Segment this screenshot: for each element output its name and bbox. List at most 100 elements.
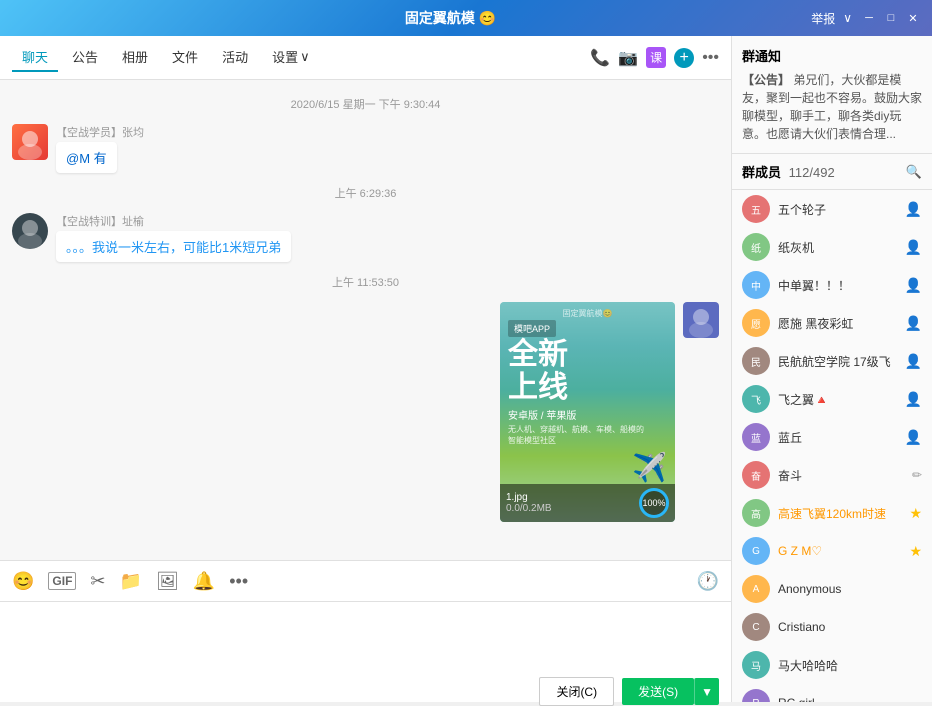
member-name: G Z M♡ — [778, 544, 901, 558]
plane-emoji: ✈️ — [632, 451, 667, 484]
close-button[interactable]: ✕ — [904, 9, 922, 27]
progress-indicator: 100% — [639, 488, 669, 518]
gif-icon[interactable]: GIF — [48, 572, 76, 590]
report-btn[interactable]: 举报 — [811, 10, 835, 27]
member-item[interactable]: 奋 奋斗 ✏ — [732, 456, 932, 494]
avatar-1 — [12, 124, 48, 160]
course-icon[interactable]: 课 — [646, 47, 666, 68]
member-item[interactable]: 蓝 蓝丘 👤 — [732, 418, 932, 456]
img-header-text: 固定翼航模😊 — [563, 308, 613, 319]
nav-item-album[interactable]: 相册 — [112, 43, 158, 72]
member-avatar: 纸 — [742, 233, 770, 261]
member-name: 愿施 黑夜彩虹 — [778, 315, 897, 332]
member-item[interactable]: 飞 飞之翼🔺 👤 — [732, 380, 932, 418]
nav-item-chat[interactable]: 聊天 — [12, 43, 58, 72]
send-btn-group: 发送(S) ▼ — [622, 678, 719, 705]
phone-icon[interactable]: 📞 — [590, 48, 610, 68]
image-icon[interactable]: 🖼 — [156, 571, 179, 592]
chat-input[interactable] — [12, 610, 719, 670]
avatar-3 — [683, 302, 719, 338]
member-item[interactable]: G G Z M♡ ★ — [732, 532, 932, 570]
member-item[interactable]: 纸 纸灰机 👤 — [732, 228, 932, 266]
chat-messages[interactable]: 2020/6/15 星期一 下午 9:30:44 【空战学员】张均 @M 有 上… — [0, 80, 731, 560]
maximize-button[interactable]: □ — [882, 9, 900, 27]
nav-item-settings[interactable]: 设置 ∨ — [262, 43, 320, 72]
avatar-2 — [12, 213, 48, 249]
nav-bar: 聊天 公告 相册 文件 活动 设置 ∨ 📞 📷 课 + ••• — [0, 36, 731, 80]
folder-icon[interactable]: 📁 — [120, 571, 142, 592]
msg-content-2: 【空战特训】址榆 。。。我说一米左右，可能比1米短兄弟 — [56, 213, 719, 262]
right-panel: 群通知 【公告】 弟兄们，大伙都是模友，聚到一起也不容易。鼓励大家聊模型，聊手工… — [732, 36, 932, 702]
title-emoji: 😊 — [479, 10, 496, 27]
member-name: 飞之翼🔺 — [778, 391, 897, 408]
app-label: 模吧APP — [508, 320, 556, 337]
msg-sender-1: 【空战学员】张均 — [56, 124, 719, 140]
msg-content-3: 固定翼航模😊 模吧APP 全新上线 安卓版 / 苹果版 无人机、穿越机、航模、车… — [12, 302, 675, 522]
msg-bubble-2: 。。。我说一米左右，可能比1米短兄弟 — [56, 231, 291, 262]
timestamp-2: 上午 6:29:36 — [0, 185, 731, 201]
chevron-down-icon[interactable]: ∨ — [843, 11, 852, 25]
timestamp-3: 上午 11:53:50 — [0, 274, 731, 290]
member-avatar: 飞 — [742, 385, 770, 413]
nav-item-notice[interactable]: 公告 — [62, 43, 108, 72]
nav-item-file[interactable]: 文件 — [162, 43, 208, 72]
img-subtitle: 安卓版 / 苹果版 — [508, 407, 576, 422]
chat-toolbar: 😊 GIF ✂ 📁 🖼 🔔 ••• 🕐 — [0, 560, 731, 602]
nav-item-activity[interactable]: 活动 — [212, 43, 258, 72]
title-bar-center: 固定翼航模 😊 — [405, 8, 496, 28]
members-title: 群成员 112/492 — [742, 162, 835, 181]
member-name: 蓝丘 — [778, 429, 897, 446]
settings-chevron-icon: ∨ — [300, 49, 310, 65]
send-dropdown-button[interactable]: ▼ — [694, 678, 719, 705]
message-row-1: 【空战学员】张均 @M 有 — [0, 120, 731, 177]
main-container: 聊天 公告 相册 文件 活动 设置 ∨ 📞 📷 课 + ••• 2020/6/1… — [0, 36, 932, 702]
person-badge: 👤 — [905, 277, 922, 294]
add-icon[interactable]: + — [674, 48, 694, 68]
member-item[interactable]: 民 民航航空学院 17级飞 👤 — [732, 342, 932, 380]
member-name: Anonymous — [778, 582, 922, 596]
chat-img-bg: 固定翼航模😊 模吧APP 全新上线 安卓版 / 苹果版 无人机、穿越机、航模、车… — [500, 302, 675, 522]
member-name: 纸灰机 — [778, 239, 897, 256]
member-avatar: 愿 — [742, 309, 770, 337]
member-name: 高速飞翼120km时速 — [778, 505, 901, 522]
img-size: 0.0/0.2MB — [506, 503, 552, 514]
chat-image[interactable]: 固定翼航模😊 模吧APP 全新上线 安卓版 / 苹果版 无人机、穿越机、航模、车… — [500, 302, 675, 522]
clock-icon[interactable]: 🕐 — [697, 571, 719, 591]
send-button[interactable]: 发送(S) — [622, 678, 694, 705]
member-item[interactable]: R RC girl — [732, 684, 932, 702]
member-avatar: 中 — [742, 271, 770, 299]
video-icon[interactable]: 📷 — [618, 48, 638, 68]
emoji-icon[interactable]: 😊 — [12, 571, 34, 592]
img-title: 全新上线 — [508, 338, 568, 404]
member-name: Cristiano — [778, 620, 922, 634]
person-badge: 👤 — [905, 201, 922, 218]
member-avatar: 马 — [742, 651, 770, 679]
msg-bubble-1: @M 有 — [56, 142, 117, 173]
more-icon[interactable]: ••• — [702, 49, 719, 67]
member-avatar: C — [742, 613, 770, 641]
member-item[interactable]: C Cristiano — [732, 608, 932, 646]
member-avatar: 蓝 — [742, 423, 770, 451]
member-item[interactable]: A Anonymous — [732, 570, 932, 608]
member-name: 中单翼！！！ — [778, 277, 897, 294]
bell-icon[interactable]: 🔔 — [193, 571, 215, 592]
member-item[interactable]: 马 马大哈哈哈 — [732, 646, 932, 684]
members-header: 群成员 112/492 🔍 — [732, 154, 932, 190]
title-bar-right: 举报 ∨ ─ □ ✕ — [811, 9, 922, 27]
member-item[interactable]: 中 中单翼！！！ 👤 — [732, 266, 932, 304]
member-item[interactable]: 五 五个轮子 👤 — [732, 190, 932, 228]
nav-right: 📞 📷 课 + ••• — [590, 47, 719, 68]
member-name: 五个轮子 — [778, 201, 897, 218]
member-item[interactable]: 高 高速飞翼120km时速 ★ — [732, 494, 932, 532]
member-avatar: 奋 — [742, 461, 770, 489]
person-badge: 👤 — [905, 429, 922, 446]
scissors-icon[interactable]: ✂ — [90, 571, 105, 592]
member-avatar: G — [742, 537, 770, 565]
edit-badge: ✏ — [912, 468, 922, 482]
more-toolbar-icon[interactable]: ••• — [229, 571, 248, 592]
member-search-icon[interactable]: 🔍 — [906, 164, 922, 180]
minimize-button[interactable]: ─ — [860, 9, 878, 27]
group-notice: 群通知 【公告】 弟兄们，大伙都是模友，聚到一起也不容易。鼓励大家聊模型，聊手工… — [732, 36, 932, 154]
img-desc: 无人机、穿越机、航模、车模、船模的智能模型社区 — [508, 424, 644, 446]
member-item[interactable]: 愿 愿施 黑夜彩虹 👤 — [732, 304, 932, 342]
